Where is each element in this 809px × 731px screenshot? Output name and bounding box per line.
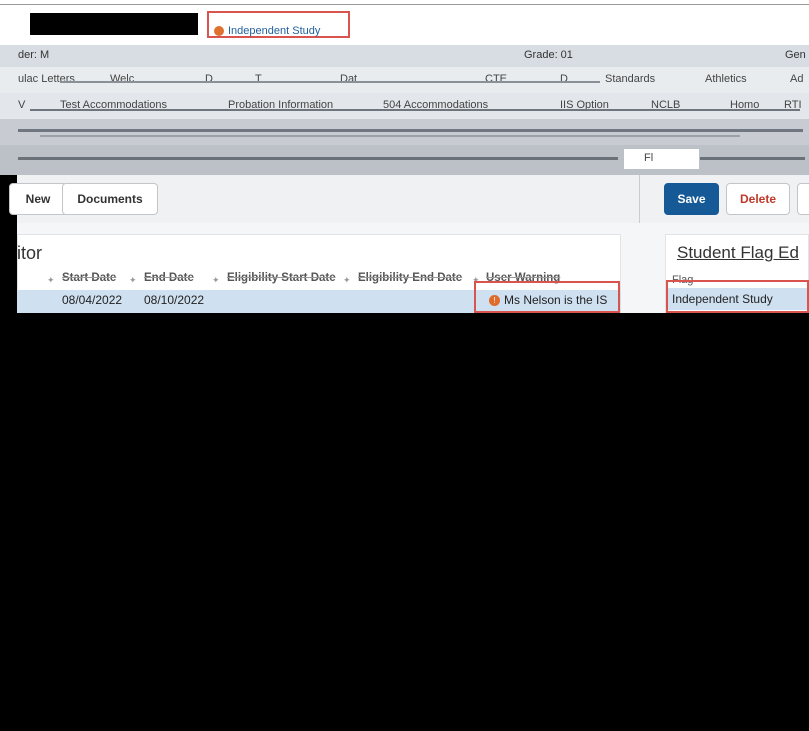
column-divider: ✦ — [129, 275, 137, 285]
save-button[interactable]: Save — [664, 183, 719, 215]
column-eligibility-end-date[interactable]: Eligibility End Date — [358, 272, 462, 284]
panel-title: itor — [17, 243, 43, 263]
nav-tabs-row-1: ulac Letters Welc D T Dat CTE D Standard… — [0, 67, 809, 93]
nav-item-flags: Fl — [644, 152, 654, 164]
nav-scribble — [30, 109, 800, 111]
flag-highlight-box — [666, 280, 809, 313]
nav-item-welc[interactable]: Welc — [110, 73, 134, 85]
nav-item-letters[interactable]: ulac Letters — [18, 73, 75, 85]
redacted-logo-block — [30, 13, 198, 35]
header-divider — [0, 4, 809, 5]
more-button[interactable] — [797, 183, 809, 215]
tab-label: Independent Study — [228, 25, 321, 37]
nav-item-dat[interactable]: Dat — [340, 73, 357, 85]
nav-item-v[interactable]: V — [18, 99, 25, 111]
nav-item-d2[interactable]: D — [560, 73, 568, 85]
student-grade-label: Grade: 01 — [524, 49, 573, 61]
column-end-date[interactable]: End Date — [144, 272, 194, 284]
column-eligibility-start-date[interactable]: Eligibility Start Date — [227, 272, 336, 284]
active-nav-tab[interactable]: Fl — [624, 149, 699, 169]
nav-tabs-row-3 — [0, 119, 809, 145]
nav-scribble — [18, 129, 803, 132]
column-divider: ✦ — [47, 275, 55, 285]
nav-tabs-row-4: Fl — [0, 145, 809, 175]
independent-study-tab[interactable]: Independent Study — [214, 25, 320, 37]
nav-scribble — [18, 157, 618, 160]
right-toolbar: Save Delete — [639, 175, 809, 223]
warning-highlight-box — [474, 281, 620, 313]
top-header: Independent Study — [0, 0, 809, 45]
editor-title: Student Flag Ed — [677, 243, 799, 262]
cell-end-date: 08/10/2022 — [144, 293, 205, 307]
nav-item-ad[interactable]: Ad — [790, 73, 803, 85]
nav-scribble — [40, 135, 740, 137]
student-gender-label: der: M — [18, 49, 50, 61]
new-button[interactable]: New — [9, 183, 67, 215]
nav-scribble — [700, 157, 805, 160]
nav-item-athletics[interactable]: Athletics — [705, 73, 747, 85]
nav-scribble — [60, 81, 600, 83]
column-start-date[interactable]: Start Date — [62, 272, 116, 284]
delete-button[interactable]: Delete — [726, 183, 790, 215]
student-gen-label: Gen — [785, 49, 806, 61]
student-info-bar: der: M Grade: 01 Gen — [0, 45, 809, 67]
left-toolbar: New Documents — [9, 175, 639, 223]
nav-item-standards[interactable]: Standards — [605, 73, 655, 85]
nav-item-cte[interactable]: CTE — [485, 73, 507, 85]
nav-tabs-row-2: V Test Accommodations Probation Informat… — [0, 93, 809, 119]
documents-button[interactable]: Documents — [62, 183, 158, 215]
cell-start-date: 08/04/2022 — [62, 293, 123, 307]
nav-item-t[interactable]: T — [255, 73, 262, 85]
tab-icon — [214, 26, 224, 37]
nav-item-d[interactable]: D — [205, 73, 213, 85]
column-divider: ✦ — [212, 275, 220, 285]
column-divider: ✦ — [343, 275, 351, 285]
